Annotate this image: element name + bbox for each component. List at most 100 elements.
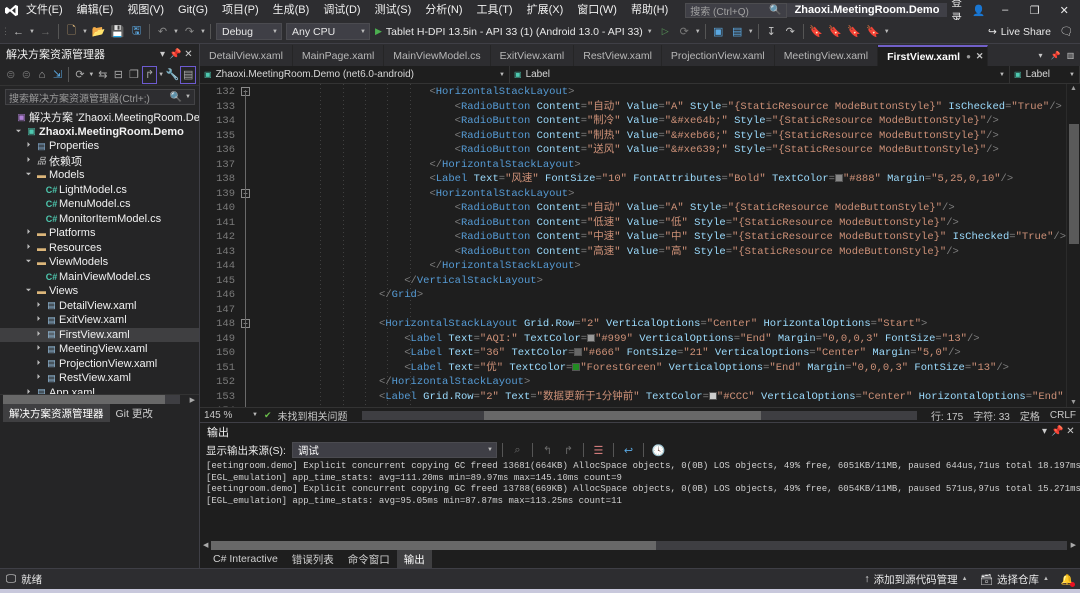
code-line[interactable]: </Grid> xyxy=(253,288,1066,303)
code-line[interactable]: <HorizontalStackLayout Grid.Row="2" Vert… xyxy=(253,317,1066,332)
live-share-button[interactable]: ↪ Live Share xyxy=(984,26,1055,38)
tree-item-restview.xaml[interactable]: ⏵▤RestView.xaml xyxy=(0,371,199,386)
code-line[interactable]: <Label Text="优" TextColor="ForestGreen" … xyxy=(253,361,1066,376)
expand-arrow-icon[interactable]: ⏵ xyxy=(23,157,34,165)
menu-item-tools[interactable]: 工具(T) xyxy=(470,0,520,20)
editor-zoom-level[interactable]: 145 % xyxy=(204,410,246,421)
zoom-caret-icon[interactable]: ▼ xyxy=(252,412,258,418)
code-line[interactable]: </HorizontalStackLayout> xyxy=(253,158,1066,173)
solution-platform-dropdown[interactable]: Any CPU ▼ xyxy=(286,23,370,40)
menu-item-debug[interactable]: 调试(D) xyxy=(316,0,367,20)
chevron-down-icon[interactable]: ▾ xyxy=(1038,426,1051,437)
hot-reload-caret-icon[interactable]: ▼ xyxy=(694,29,702,35)
code-line[interactable]: <Label Text="风速" FontSize="10" FontAttri… xyxy=(253,172,1066,187)
expand-arrow-icon[interactable]: ⏵ xyxy=(33,345,44,353)
code-line[interactable]: <RadioButton Content="高速" Value="高" Styl… xyxy=(253,245,1066,260)
editor-line-ending[interactable]: CRLF xyxy=(1050,410,1076,421)
quick-search-input[interactable]: 搜索 (Ctrl+Q) 🔍 xyxy=(685,3,786,18)
code-line[interactable]: </HorizontalStackLayout> xyxy=(253,375,1066,390)
tools-caret-icon[interactable]: ▼ xyxy=(747,29,755,35)
code-line[interactable]: <RadioButton Content="自动" Value="A" Styl… xyxy=(253,100,1066,115)
collapse-all-icon[interactable]: ⊟ xyxy=(111,66,127,84)
live-visual-tree-icon[interactable]: ▤ xyxy=(728,22,747,42)
code-line[interactable]: <RadioButton Content="自动" Value="A" Styl… xyxy=(253,201,1066,216)
expand-arrow-icon[interactable]: ⏵ xyxy=(23,229,34,237)
search-options-caret-icon[interactable]: ▼ xyxy=(185,94,191,100)
code-line[interactable] xyxy=(253,404,1066,407)
menu-item-extensions[interactable]: 扩展(X) xyxy=(520,0,571,20)
collapse-arrow-icon[interactable]: ⏷ xyxy=(23,258,34,266)
pin-icon[interactable]: 📌 xyxy=(1049,51,1062,60)
collapse-arrow-icon[interactable]: ⏷ xyxy=(23,287,34,295)
undo-icon[interactable]: ↶ xyxy=(153,22,172,42)
tree-item-projectionview.xaml[interactable]: ⏵▤ProjectionView.xaml xyxy=(0,357,199,372)
collapse-arrow-icon[interactable]: ⏷ xyxy=(23,171,34,179)
tree-item-models[interactable]: ⏷▬Models xyxy=(0,168,199,183)
tree-item-monitoritemmodel.cs[interactable]: C#MonitorItemModel.cs xyxy=(0,212,199,227)
output-hscroll[interactable]: ◀ ▶ xyxy=(200,540,1080,550)
menu-item-project[interactable]: 项目(P) xyxy=(215,0,266,20)
hscroll-track[interactable] xyxy=(3,395,180,404)
close-button[interactable]: ✕ xyxy=(1050,1,1078,19)
tree-item-platforms[interactable]: ⏵▬Platforms xyxy=(0,226,199,241)
output-text-area[interactable]: [eetingroom.demo] Explicit concurrent co… xyxy=(200,460,1080,540)
expand-arrow-icon[interactable]: ⏵ xyxy=(33,331,44,339)
history-icon[interactable]: 🕓 xyxy=(649,441,668,459)
add-to-source-control-button[interactable]: ↑ 添加到源代码管理 ▲ xyxy=(864,572,967,587)
editor-tab-firstview[interactable]: FirstView.xaml ● ✕ xyxy=(878,45,988,66)
split-view-icon[interactable]: ▥ xyxy=(1064,51,1077,60)
go-to-next-icon[interactable]: ↱ xyxy=(559,441,578,459)
redo-icon[interactable]: ↷ xyxy=(180,22,199,42)
solution-explorer-hscroll[interactable]: ▶ xyxy=(0,394,199,404)
expand-arrow-icon[interactable]: ⏵ xyxy=(23,244,34,252)
menu-item-window[interactable]: 窗口(W) xyxy=(570,0,624,20)
chevron-down-icon[interactable]: ▼ xyxy=(647,29,653,35)
pin-icon[interactable]: ● xyxy=(966,52,971,61)
tree-item-viewmodels[interactable]: ⏷▬ViewModels xyxy=(0,255,199,270)
forward-icon[interactable]: ⊜ xyxy=(19,66,35,84)
open-folder-icon[interactable]: 📂 xyxy=(89,22,108,42)
refresh-icon[interactable]: ⟳ xyxy=(72,66,88,84)
editor-tab-restview[interactable]: RestView.xaml xyxy=(574,45,662,66)
tree-item-app.xaml[interactable]: ⏵▤App.xaml xyxy=(0,386,199,395)
editor-tab-mainviewmodel[interactable]: MainViewModel.cs xyxy=(384,45,490,66)
code-line[interactable]: <RadioButton Content="中速" Value="中" Styl… xyxy=(253,230,1066,245)
tree-item-menumodel.cs[interactable]: C#MenuModel.cs xyxy=(0,197,199,212)
next-bookmark-icon[interactable]: 🔖 xyxy=(845,22,864,42)
preview-selected-items-icon[interactable]: ▤ xyxy=(180,66,196,84)
view-selector-icon[interactable]: ↱ xyxy=(142,66,158,84)
undo-caret-icon[interactable]: ▼ xyxy=(172,29,180,35)
menu-item-edit[interactable]: 编辑(E) xyxy=(70,0,121,20)
code-text-area[interactable]: <HorizontalStackLayout> <RadioButton Con… xyxy=(253,84,1066,407)
editor-tab-exitview[interactable]: ExitView.xaml xyxy=(491,45,575,66)
solution-tree[interactable]: ▣解决方案 'Zhaoxi.MeetingRoom.Demo' (1 个项目，共… xyxy=(0,108,199,394)
tree-item-zhaoxi.meetingroom.demo[interactable]: ⏷▣Zhaoxi.MeetingRoom.Demo xyxy=(0,125,199,140)
outlining-margin[interactable]: −−−−−−− xyxy=(239,84,253,407)
step-into-icon[interactable]: ↧ xyxy=(762,22,781,42)
code-line[interactable]: <Label Grid.Row="2" Text="数据更新于1分钟前" Tex… xyxy=(253,390,1066,405)
hscroll-thumb[interactable] xyxy=(211,541,656,550)
maximize-button[interactable]: ❐ xyxy=(1021,1,1049,19)
menu-item-view[interactable]: 视图(V) xyxy=(120,0,171,20)
menu-item-file[interactable]: 文件(E) xyxy=(19,0,70,20)
refresh-caret-icon[interactable]: ▼ xyxy=(88,72,95,78)
bookmarks-caret-icon[interactable]: ▼ xyxy=(883,29,891,35)
close-icon[interactable]: ✕ xyxy=(182,49,195,60)
hscroll-right-arrow-icon[interactable]: ▶ xyxy=(190,396,199,404)
hscroll-track[interactable] xyxy=(211,541,1066,550)
pin-icon[interactable]: 📌 xyxy=(169,49,182,60)
tab-git-changes[interactable]: Git 更改 xyxy=(110,404,159,423)
editor-insert-mode[interactable]: 定格 xyxy=(1020,408,1040,423)
select-element-icon[interactable]: ▣ xyxy=(709,22,728,42)
tab-solution-explorer[interactable]: 解决方案资源管理器 xyxy=(3,404,110,423)
hscroll-thumb[interactable] xyxy=(3,395,165,404)
clear-all-icon[interactable]: ☰ xyxy=(589,441,608,459)
editor-tab-meetingview[interactable]: MeetingView.xaml xyxy=(775,45,878,66)
hscroll-right-arrow-icon[interactable]: ▶ xyxy=(1067,541,1080,549)
tree-item-views[interactable]: ⏷▬Views xyxy=(0,284,199,299)
tab-output[interactable]: 输出 xyxy=(397,550,432,569)
tab-list-caret-icon[interactable]: ▾ xyxy=(1034,51,1047,60)
hot-reload-icon[interactable]: ⟳ xyxy=(675,22,694,42)
code-line[interactable]: </VerticalStackLayout> xyxy=(253,274,1066,289)
tree-item-lightmodel.cs[interactable]: C#LightModel.cs xyxy=(0,183,199,198)
